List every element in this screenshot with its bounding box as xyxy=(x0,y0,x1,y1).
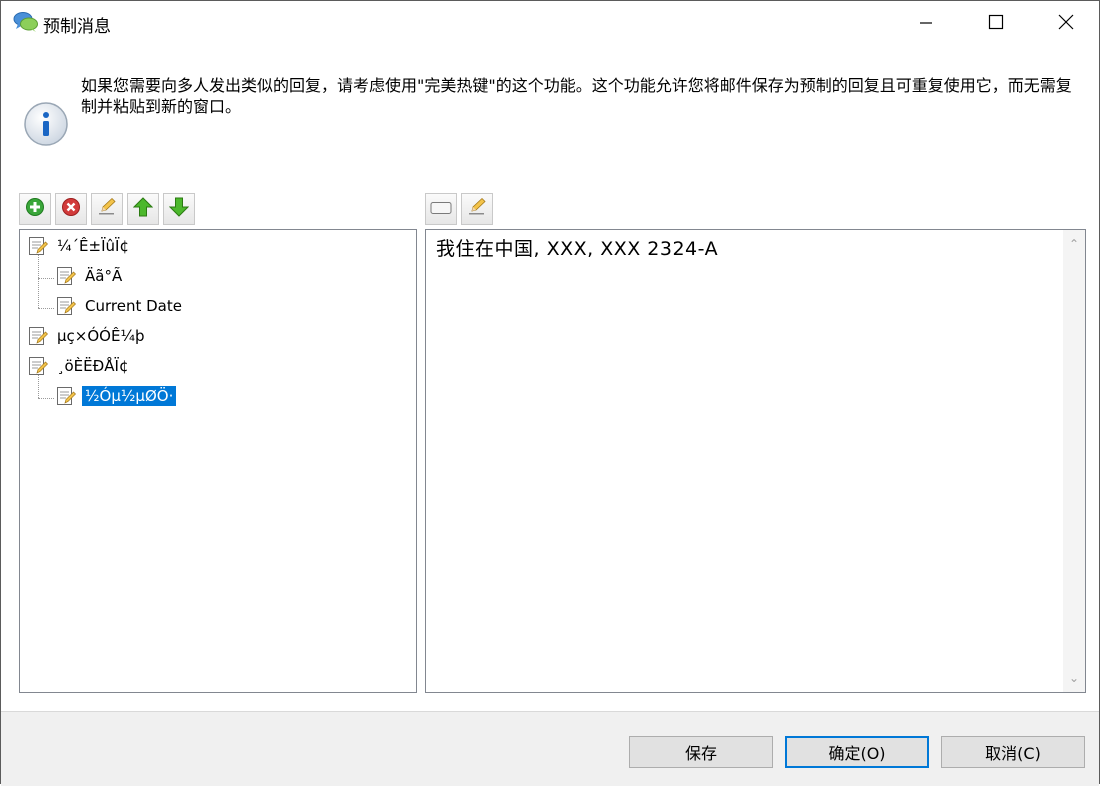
move-down-icon xyxy=(168,197,190,221)
message-editor[interactable]: 我住在中国, XXX, XXX 2324-A ⌃ ⌄ xyxy=(425,229,1086,693)
maximize-button[interactable] xyxy=(961,1,1031,47)
editor-toolbar xyxy=(425,193,493,225)
move-up-button[interactable] xyxy=(127,193,159,225)
save-button[interactable]: 保存 xyxy=(629,736,773,768)
button-bar xyxy=(1,711,1099,786)
tree-toolbar xyxy=(19,193,195,225)
document-edit-icon xyxy=(28,235,48,257)
info-message: 如果您需要向多人发出类似的回复，请考虑使用"完美热键"的这个功能。这个功能允许您… xyxy=(81,76,1072,116)
tree-item[interactable]: Current Date xyxy=(56,294,185,318)
tree-item[interactable]: ¼´Ê±ÏûÏ¢ xyxy=(28,234,132,258)
tree-connector xyxy=(38,308,54,309)
document-edit-icon xyxy=(28,325,48,347)
cancel-button[interactable]: 取消(C) xyxy=(941,736,1085,768)
move-up-icon xyxy=(132,197,154,221)
document-edit-icon xyxy=(28,355,48,377)
maximize-icon xyxy=(988,14,1004,34)
edit-message-button[interactable] xyxy=(461,193,493,225)
tree-connector xyxy=(38,278,54,279)
document-edit-icon xyxy=(56,295,76,317)
edit-icon xyxy=(97,197,117,221)
tree-connector xyxy=(38,398,54,399)
scroll-up-icon[interactable]: ⌃ xyxy=(1063,234,1085,254)
scroll-down-icon[interactable]: ⌄ xyxy=(1063,668,1085,688)
document-edit-icon xyxy=(56,265,76,287)
tree-connector xyxy=(38,252,39,308)
message-tree[interactable]: ¼´Ê±ÏûÏ¢ Äã°Ã Current Date µç×ÓÓÊ¼þ ¸öÈË… xyxy=(19,229,417,693)
rename-button[interactable] xyxy=(91,193,123,225)
minimize-button[interactable] xyxy=(891,1,961,47)
close-icon xyxy=(1058,14,1074,34)
move-down-button[interactable] xyxy=(163,193,195,225)
tree-item[interactable]: ¸öÈËÐÅÏ¢ xyxy=(28,354,131,378)
window-title: 预制消息 xyxy=(43,17,111,37)
tree-item-label: ¸öÈËÐÅÏ¢ xyxy=(57,357,129,375)
edit-icon xyxy=(467,197,487,221)
vertical-scrollbar[interactable]: ⌃ ⌄ xyxy=(1063,230,1085,692)
info-icon xyxy=(23,101,69,147)
document-edit-icon xyxy=(56,385,76,407)
chat-bubbles-icon xyxy=(13,11,39,33)
add-icon xyxy=(25,197,45,221)
tree-item-label: ½Óµ½µØÖ· xyxy=(82,386,177,406)
minimize-icon xyxy=(919,15,933,34)
tree-item[interactable]: Äã°Ã xyxy=(56,264,125,288)
dialog-window: 预制消息 如果您需要向多人发出类似的回复，请考虑使用"完美热键"的这个功能。这个… xyxy=(0,0,1100,786)
close-button[interactable] xyxy=(1031,1,1100,47)
ok-button[interactable]: 确定(O) xyxy=(785,736,929,768)
insert-field-button[interactable] xyxy=(425,193,457,225)
tree-item[interactable]: µç×ÓÓÊ¼þ xyxy=(28,324,148,348)
text-field-icon xyxy=(430,200,452,219)
delete-icon xyxy=(61,197,81,221)
tree-item-label: Current Date xyxy=(85,297,182,315)
title-bar[interactable]: 预制消息 xyxy=(1,1,1099,47)
tree-item-label: µç×ÓÓÊ¼þ xyxy=(57,327,145,345)
tree-item-label: Äã°Ã xyxy=(85,267,123,285)
tree-item-selected[interactable]: ½Óµ½µØÖ· xyxy=(56,384,177,408)
tree-item-label: ¼´Ê±ÏûÏ¢ xyxy=(57,237,129,255)
delete-button[interactable] xyxy=(55,193,87,225)
message-content[interactable]: 我住在中国, XXX, XXX 2324-A xyxy=(436,234,718,261)
add-button[interactable] xyxy=(19,193,51,225)
